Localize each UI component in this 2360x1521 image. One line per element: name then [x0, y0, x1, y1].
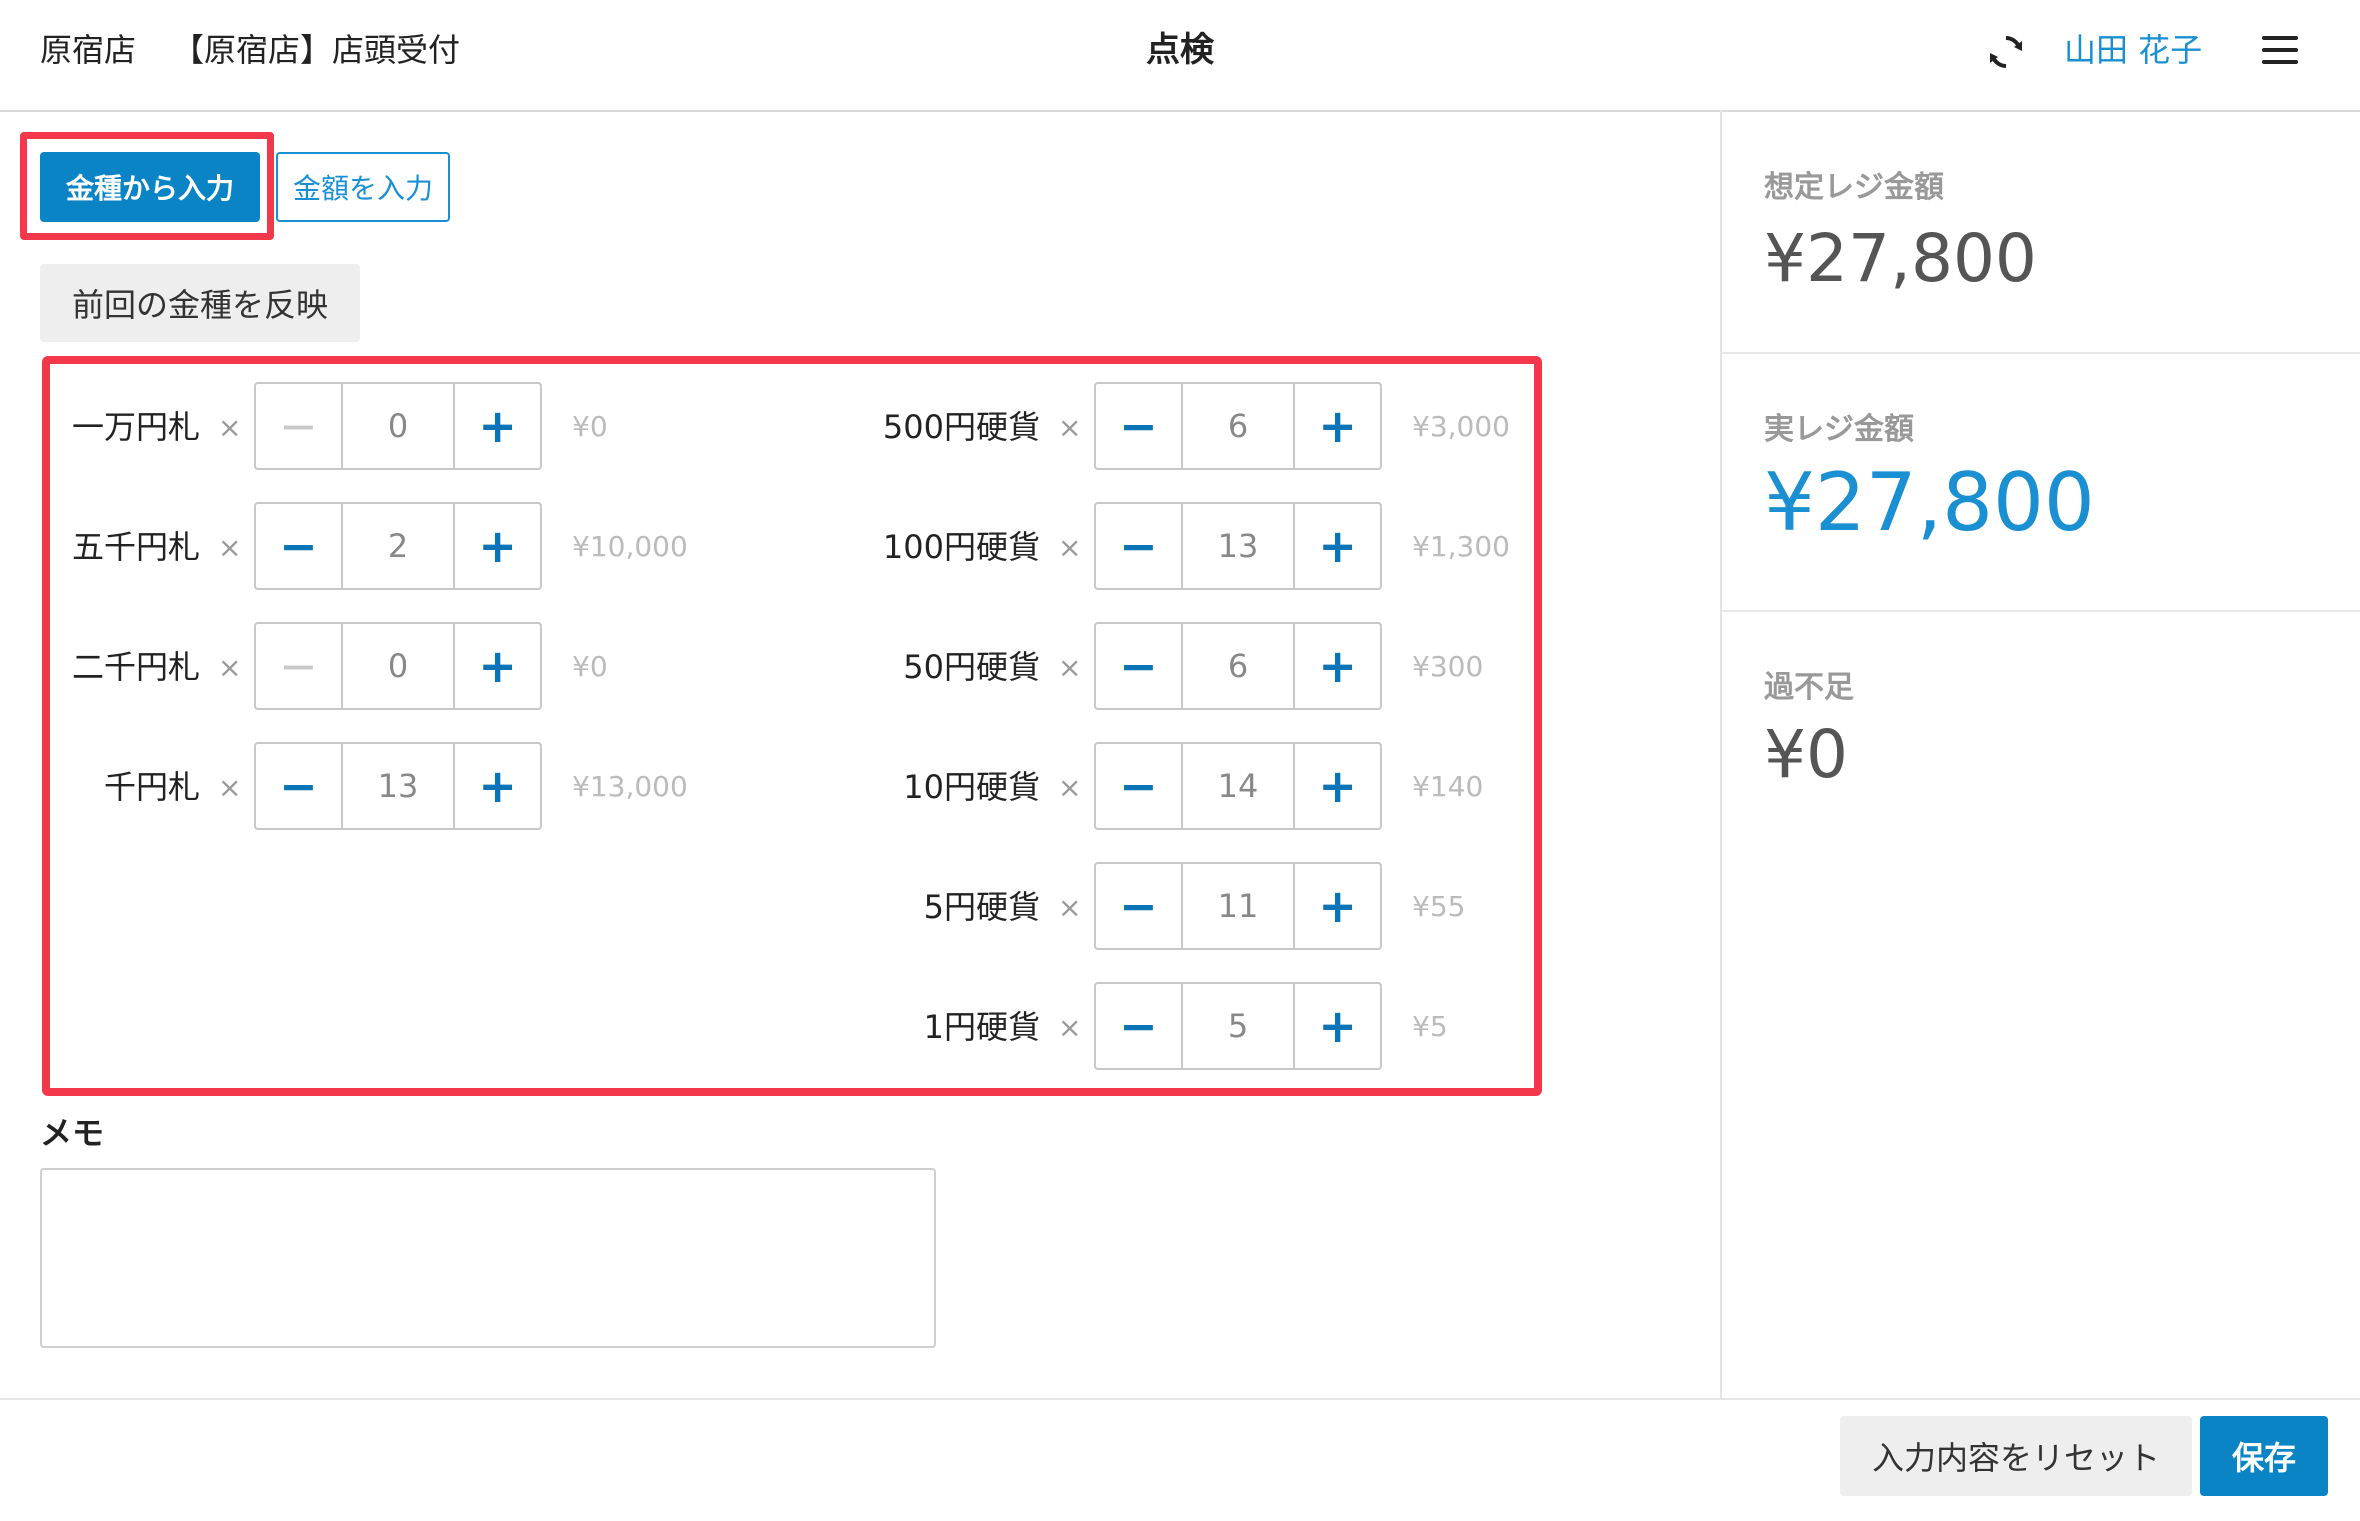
- times-symbol: ×: [218, 771, 242, 804]
- minus-icon[interactable]: −: [1096, 744, 1181, 828]
- quantity-stepper: −6 +: [1094, 622, 1382, 710]
- plus-icon[interactable]: +: [1295, 864, 1380, 948]
- quantity-value[interactable]: 5: [1180, 984, 1296, 1068]
- times-symbol: ×: [1058, 891, 1082, 924]
- actual-amount-value: ¥27,800: [1764, 456, 2095, 549]
- reset-button[interactable]: 入力内容をリセット: [1840, 1416, 2192, 1496]
- top-bar: 原宿店 【原宿店】店頭受付 点検 山田 花子: [0, 0, 2360, 112]
- denomination-label: 二千円札: [71, 648, 200, 686]
- denomination-subtotal: ¥1,300: [1412, 530, 1510, 563]
- denomination-label: 五千円札: [71, 528, 200, 566]
- minus-icon[interactable]: −: [1096, 864, 1181, 948]
- times-symbol: ×: [218, 651, 242, 684]
- summary-sidebar: 想定レジ金額 ¥27,800 実レジ金額 ¥27,800 過不足 ¥0: [1720, 110, 2360, 1400]
- denomination-label: 千円札: [103, 768, 200, 806]
- denomination-subtotal: ¥5: [1412, 1010, 1448, 1043]
- quantity-stepper: −5 +: [1094, 982, 1382, 1070]
- quantity-stepper: −2 +: [254, 502, 542, 590]
- plus-icon[interactable]: +: [455, 744, 540, 828]
- amount-input-button[interactable]: 金額を入力: [276, 152, 450, 222]
- quantity-stepper: −11 +: [1094, 862, 1382, 950]
- expected-amount-label: 想定レジ金額: [1764, 170, 1944, 205]
- times-symbol: ×: [1058, 411, 1082, 444]
- plus-icon[interactable]: +: [1295, 624, 1380, 708]
- minus-icon[interactable]: −: [256, 384, 341, 468]
- plus-icon[interactable]: +: [1295, 744, 1380, 828]
- quantity-stepper: −14 +: [1094, 742, 1382, 830]
- minus-icon[interactable]: −: [1096, 984, 1181, 1068]
- minus-icon[interactable]: −: [256, 624, 341, 708]
- denomination-subtotal: ¥0: [572, 650, 608, 683]
- plus-icon[interactable]: +: [1295, 504, 1380, 588]
- denomination-subtotal: ¥55: [1412, 890, 1466, 923]
- expected-amount-value: ¥27,800: [1764, 220, 2037, 297]
- denomination-input-button[interactable]: 金種から入力: [40, 152, 260, 222]
- denomination-label: 10円硬貨: [903, 768, 1040, 806]
- minus-icon[interactable]: −: [1096, 384, 1181, 468]
- plus-icon[interactable]: +: [1295, 984, 1380, 1068]
- denomination-label: 100円硬貨: [882, 528, 1040, 566]
- actual-amount-label: 実レジ金額: [1764, 412, 1914, 447]
- times-symbol: ×: [218, 411, 242, 444]
- quantity-value[interactable]: 6: [1180, 384, 1296, 468]
- denomination-subtotal: ¥10,000: [572, 530, 688, 563]
- quantity-value[interactable]: 0: [340, 384, 456, 468]
- quantity-value[interactable]: 11: [1180, 864, 1296, 948]
- memo-label: メモ: [40, 1114, 105, 1152]
- quantity-value[interactable]: 2: [340, 504, 456, 588]
- denomination-label: 5円硬貨: [923, 888, 1040, 926]
- save-button[interactable]: 保存: [2200, 1416, 2328, 1496]
- actual-amount-block: 実レジ金額 ¥27,800: [1722, 352, 2360, 612]
- times-symbol: ×: [218, 531, 242, 564]
- denomination-label: 50円硬貨: [903, 648, 1040, 686]
- plus-icon[interactable]: +: [455, 624, 540, 708]
- denomination-subtotal: ¥140: [1412, 770, 1484, 803]
- denomination-label: 1円硬貨: [923, 1008, 1040, 1046]
- reflect-previous-button[interactable]: 前回の金種を反映: [40, 264, 360, 342]
- denomination-subtotal: ¥13,000: [572, 770, 688, 803]
- memo-textarea[interactable]: [40, 1168, 936, 1348]
- plus-icon[interactable]: +: [455, 504, 540, 588]
- quantity-stepper: −13 +: [1094, 502, 1382, 590]
- quantity-value[interactable]: 13: [1180, 504, 1296, 588]
- minus-icon[interactable]: −: [256, 744, 341, 828]
- minus-icon[interactable]: −: [256, 504, 341, 588]
- sync-icon[interactable]: [1986, 32, 2026, 72]
- quantity-value[interactable]: 6: [1180, 624, 1296, 708]
- denomination-label: 一万円札: [71, 408, 200, 446]
- hamburger-menu-icon[interactable]: [2262, 36, 2298, 66]
- plus-icon[interactable]: +: [1295, 384, 1380, 468]
- times-symbol: ×: [1058, 771, 1082, 804]
- plus-icon[interactable]: +: [455, 384, 540, 468]
- denomination-subtotal: ¥300: [1412, 650, 1484, 683]
- minus-icon[interactable]: −: [1096, 504, 1181, 588]
- difference-label: 過不足: [1764, 670, 1854, 705]
- minus-icon[interactable]: −: [1096, 624, 1181, 708]
- times-symbol: ×: [1058, 651, 1082, 684]
- quantity-stepper: −0 +: [254, 622, 542, 710]
- footer-divider: [0, 1398, 2360, 1400]
- denomination-subtotal: ¥0: [572, 410, 608, 443]
- expected-amount-block: 想定レジ金額 ¥27,800: [1722, 110, 2360, 354]
- quantity-stepper: −0 +: [254, 382, 542, 470]
- quantity-value[interactable]: 0: [340, 624, 456, 708]
- quantity-value[interactable]: 13: [340, 744, 456, 828]
- denomination-label: 500円硬貨: [882, 408, 1040, 446]
- quantity-stepper: −13 +: [254, 742, 542, 830]
- denomination-subtotal: ¥3,000: [1412, 410, 1510, 443]
- quantity-value[interactable]: 14: [1180, 744, 1296, 828]
- quantity-stepper: −6 +: [1094, 382, 1382, 470]
- user-name[interactable]: 山田 花子: [2064, 0, 2202, 100]
- difference-block: 過不足 ¥0: [1722, 610, 2360, 850]
- times-symbol: ×: [1058, 531, 1082, 564]
- times-symbol: ×: [1058, 1011, 1082, 1044]
- difference-value: ¥0: [1764, 716, 1848, 793]
